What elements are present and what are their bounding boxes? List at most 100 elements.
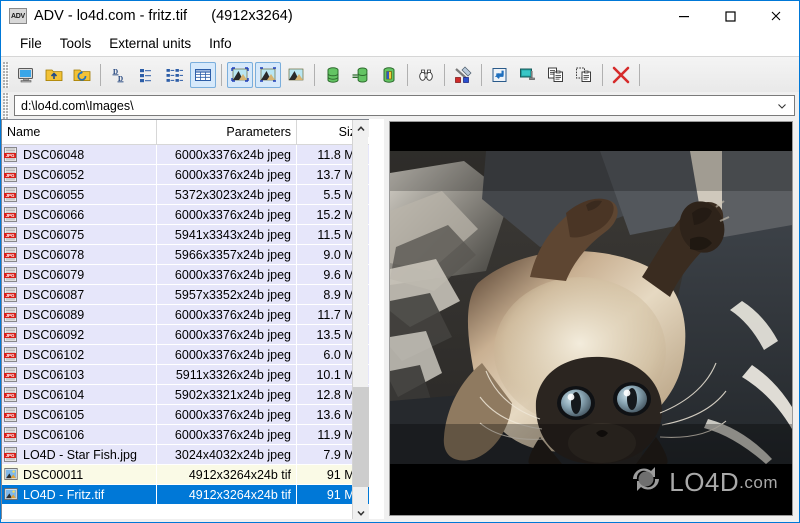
table-row[interactable]: JPG LO4D - Star Fish.jpg 3024x4032x24b jpe… (2, 445, 369, 465)
preview-image (390, 151, 792, 464)
svg-text:JPG: JPG (6, 413, 15, 418)
toolbar-separator (602, 63, 603, 86)
cell-parameters: 5372x3023x24b jpeg (157, 185, 297, 204)
database-color-icon[interactable] (376, 62, 402, 88)
table-row[interactable]: JPG DSC06092 6000x3376x24b jpeg 13.5 MB (2, 325, 369, 345)
scrollbar-track[interactable] (353, 137, 369, 504)
table-row[interactable]: JPG DSC06106 6000x3376x24b jpeg 11.9 MB (2, 425, 369, 445)
title-bar: ADV ADV - lo4d.com - fritz.tif (4912x326… (1, 1, 799, 31)
screen-capture-icon[interactable] (515, 62, 541, 88)
maximize-button[interactable] (707, 1, 753, 31)
jpg-file-icon: JPG (4, 287, 19, 302)
jpg-file-icon: JPG (4, 267, 19, 282)
file-name: DSC06078 (23, 247, 85, 262)
view-details-icon[interactable] (190, 61, 216, 88)
cell-name: JPG DSC06105 (2, 405, 157, 424)
cell-name: JPG DSC06102 (2, 345, 157, 364)
tools-icon[interactable] (450, 62, 476, 88)
table-row[interactable]: JPG DSC06075 5941x3343x24b jpeg 11.5 MB (2, 225, 369, 245)
watermark: LO4D .com (629, 464, 778, 501)
view-small-icons-icon[interactable] (134, 62, 160, 88)
table-row[interactable]: JPG DSC06087 5957x3352x24b jpeg 8.9 MB (2, 285, 369, 305)
image-plain-icon[interactable] (283, 62, 309, 88)
address-value: d:\lo4d.com\Images\ (21, 98, 134, 113)
svg-text:JPG: JPG (6, 353, 15, 358)
toolbar-separator (639, 63, 640, 86)
cell-parameters: 5902x3321x24b jpeg (157, 385, 297, 404)
table-row[interactable]: LO4D - Fritz.tif 4912x3264x24b tif 91 MB (2, 485, 369, 505)
cell-name: JPG DSC06075 (2, 225, 157, 244)
table-row[interactable]: JPG DSC06048 6000x3376x24b jpeg 11.8 MB (2, 145, 369, 165)
view-large-icons-icon[interactable]: D D (106, 62, 132, 88)
table-row[interactable]: JPG DSC06055 5372x3023x24b jpeg 5.5 MB (2, 185, 369, 205)
binoculars-icon[interactable] (413, 62, 439, 88)
toolbar-grip[interactable] (3, 61, 9, 88)
address-bar: d:\lo4d.com\Images\ (1, 92, 799, 119)
toolbar-separator (221, 63, 222, 86)
window-controls (661, 1, 799, 31)
cell-parameters: 5957x3352x24b jpeg (157, 285, 297, 304)
close-button[interactable] (753, 1, 799, 31)
jpg-file-icon: JPG (4, 387, 19, 402)
file-list-pane: Name Parameters Size JPG DSC06048 6000x337… (1, 119, 385, 522)
table-row[interactable]: JPG DSC06105 6000x3376x24b jpeg 13.6 MB (2, 405, 369, 425)
menu-item-file[interactable]: File (11, 34, 51, 53)
jpg-file-icon: JPG (4, 247, 19, 262)
svg-text:JPG: JPG (6, 393, 15, 398)
chevron-up-icon[interactable] (353, 120, 369, 137)
file-name: DSC06087 (23, 287, 85, 302)
scrollbar-thumb[interactable] (353, 387, 369, 487)
table-row[interactable]: DSC00011 4912x3264x24b tif 91 MB (2, 465, 369, 485)
table-row[interactable]: JPG DSC06089 6000x3376x24b jpeg 11.7 MB (2, 305, 369, 325)
table-row[interactable]: JPG DSC06104 5902x3321x24b jpeg 12.8 MB (2, 385, 369, 405)
import-icon[interactable] (487, 62, 513, 88)
database-icon[interactable] (320, 62, 346, 88)
cell-parameters: 6000x3376x24b jpeg (157, 205, 297, 224)
svg-text:JPG: JPG (6, 433, 15, 438)
jpg-file-icon: JPG (4, 427, 19, 442)
lo4d-logo-icon (629, 464, 663, 501)
menu-item-external-units[interactable]: External units (100, 34, 200, 53)
paste-icon[interactable] (571, 62, 597, 88)
view-list-icon[interactable] (162, 62, 188, 88)
svg-text:JPG: JPG (6, 293, 15, 298)
file-list-rows: JPG DSC06048 6000x3376x24b jpeg 11.8 MB JPG D… (2, 145, 369, 521)
database-export-icon[interactable] (348, 62, 374, 88)
cell-name: JPG DSC06087 (2, 285, 157, 304)
menu-item-tools[interactable]: Tools (51, 34, 101, 53)
table-row[interactable]: JPG DSC06066 6000x3376x24b jpeg 15.2 MB (2, 205, 369, 225)
delete-icon[interactable] (608, 62, 634, 88)
cell-parameters: 6000x3376x24b jpeg (157, 345, 297, 364)
file-name: LO4D - Star Fish.jpg (23, 447, 137, 462)
column-header-parameters[interactable]: Parameters (157, 120, 297, 144)
cell-parameters: 6000x3376x24b jpeg (157, 165, 297, 184)
preview-frame[interactable]: LO4D .com (389, 121, 793, 516)
folder-refresh-icon[interactable] (69, 62, 95, 88)
cell-parameters: 3024x4032x24b jpeg (157, 445, 297, 464)
monitor-icon[interactable] (13, 62, 39, 88)
toolbar-separator (444, 63, 445, 86)
menu-item-info[interactable]: Info (200, 34, 241, 53)
cell-parameters: 5966x3357x24b jpeg (157, 245, 297, 264)
cell-parameters: 6000x3376x24b jpeg (157, 425, 297, 444)
toolbar-separator (100, 63, 101, 86)
cell-parameters: 6000x3376x24b jpeg (157, 265, 297, 284)
copy-icon[interactable] (543, 62, 569, 88)
folder-up-icon[interactable] (41, 62, 67, 88)
table-row[interactable]: JPG DSC06102 6000x3376x24b jpeg 6.0 MB (2, 345, 369, 365)
image-preview-selected-icon[interactable] (227, 61, 253, 88)
svg-text:JPG: JPG (6, 233, 15, 238)
column-header-name[interactable]: Name (2, 120, 157, 144)
tif-file-icon (4, 487, 19, 502)
address-grip[interactable] (3, 92, 9, 119)
table-row[interactable]: JPG DSC06078 5966x3357x24b jpeg 9.0 MB (2, 245, 369, 265)
chevron-down-icon[interactable] (774, 96, 790, 115)
table-row[interactable]: JPG DSC06103 5911x3326x24b jpeg 10.1 MB (2, 365, 369, 385)
image-thumbnail-icon[interactable] (255, 61, 281, 88)
address-input[interactable]: d:\lo4d.com\Images\ (14, 95, 795, 116)
jpg-file-icon: JPG (4, 167, 19, 182)
minimize-button[interactable] (661, 1, 707, 31)
file-list-scrollbar[interactable] (352, 120, 369, 521)
table-row[interactable]: JPG DSC06079 6000x3376x24b jpeg 9.6 MB (2, 265, 369, 285)
table-row[interactable]: JPG DSC06052 6000x3376x24b jpeg 13.7 MB (2, 165, 369, 185)
